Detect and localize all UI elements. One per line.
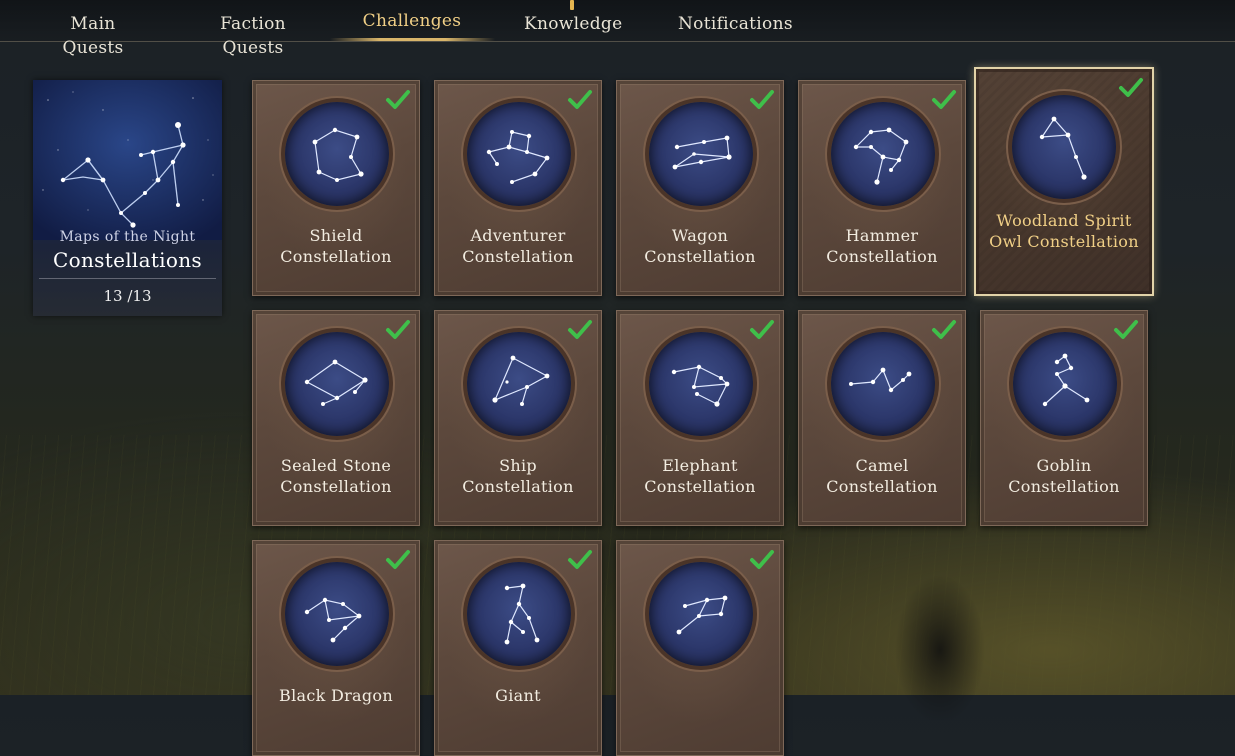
background-figure xyxy=(880,520,1000,720)
summary-divider xyxy=(39,278,216,279)
checkmark-icon xyxy=(1114,320,1138,339)
constellation-icon xyxy=(649,102,753,206)
checkmark-icon xyxy=(386,90,410,109)
checkmark-icon xyxy=(932,320,956,339)
checkmark-icon xyxy=(386,320,410,339)
top-navigation: Main Quests Faction Quests Challenges Kn… xyxy=(0,0,1235,58)
card-constellation[interactable] xyxy=(616,540,784,756)
constellation-icon xyxy=(1013,332,1117,436)
checkmark-icon xyxy=(568,90,592,109)
checkmark-icon xyxy=(932,90,956,109)
constellation-icon xyxy=(1012,95,1116,199)
active-tab-indicator xyxy=(330,38,495,41)
constellation-icon xyxy=(649,562,753,666)
constellation-icon xyxy=(285,102,389,206)
checkmark-icon xyxy=(750,550,774,569)
summary-title: Constellations xyxy=(53,248,202,272)
card-black-dragon-constellation[interactable]: Black Dragon xyxy=(252,540,420,756)
constellations-summary-card[interactable]: Maps of the Night Constellations 13 /13 xyxy=(33,80,222,316)
card-giant-constellation[interactable]: Giant xyxy=(434,540,602,756)
card-label: Sealed Stone Constellation xyxy=(280,456,392,496)
card-ship-constellation[interactable]: Ship Constellation xyxy=(434,310,602,526)
checkmark-icon xyxy=(1119,78,1143,97)
card-label: Ship Constellation xyxy=(462,456,574,496)
card-adventurer-constellation[interactable]: Adventurer Constellation xyxy=(434,80,602,296)
card-elephant-constellation[interactable]: Elephant Constellation xyxy=(616,310,784,526)
card-shield-constellation[interactable]: Shield Constellation xyxy=(252,80,420,296)
checkmark-icon xyxy=(568,320,592,339)
card-hammer-constellation[interactable]: Hammer Constellation xyxy=(798,80,966,296)
tab-knowledge[interactable]: Knowledge xyxy=(524,12,622,38)
card-label: Giant xyxy=(495,686,541,705)
tab-main-quests[interactable]: Main Quests xyxy=(40,12,146,58)
constellation-icon xyxy=(831,332,935,436)
constellation-icon xyxy=(649,332,753,436)
checkmark-icon xyxy=(386,550,410,569)
card-label: Adventurer Constellation xyxy=(462,226,574,266)
constellation-icon xyxy=(467,562,571,666)
checkmark-icon xyxy=(750,320,774,339)
card-label: Shield Constellation xyxy=(280,226,392,266)
constellation-icon xyxy=(285,332,389,436)
constellation-icon xyxy=(467,102,571,206)
completion-count: 13 /13 xyxy=(103,287,152,305)
card-goblin-constellation[interactable]: Goblin Constellation xyxy=(980,310,1148,526)
card-label: Wagon Constellation xyxy=(644,226,756,266)
checkmark-icon xyxy=(568,550,592,569)
card-label: Woodland Spirit Owl Constellation xyxy=(989,211,1139,251)
card-camel-constellation[interactable]: Camel Constellation xyxy=(798,310,966,526)
card-label: Hammer Constellation xyxy=(826,226,938,266)
constellation-icon xyxy=(831,102,935,206)
card-label: Black Dragon xyxy=(279,686,393,705)
constellation-icon xyxy=(285,562,389,666)
summary-subtitle: Maps of the Night xyxy=(59,229,196,245)
alert-marker-icon xyxy=(570,0,574,10)
card-sealed-stone-constellation[interactable]: Sealed Stone Constellation xyxy=(252,310,420,526)
tab-notifications[interactable]: Notifications xyxy=(678,12,793,38)
constellation-icon xyxy=(467,332,571,436)
card-label: Camel Constellation xyxy=(826,456,938,496)
tab-challenges[interactable]: Challenges xyxy=(362,9,462,35)
card-label: Goblin Constellation xyxy=(1008,456,1120,496)
checkmark-icon xyxy=(750,90,774,109)
tab-faction-quests[interactable]: Faction Quests xyxy=(190,12,316,58)
card-woodland-spirit-owl-constellation[interactable]: Woodland Spirit Owl Constellation xyxy=(974,67,1154,296)
constellation-art-icon xyxy=(33,80,222,240)
card-label: Elephant Constellation xyxy=(644,456,756,496)
card-wagon-constellation[interactable]: Wagon Constellation xyxy=(616,80,784,296)
